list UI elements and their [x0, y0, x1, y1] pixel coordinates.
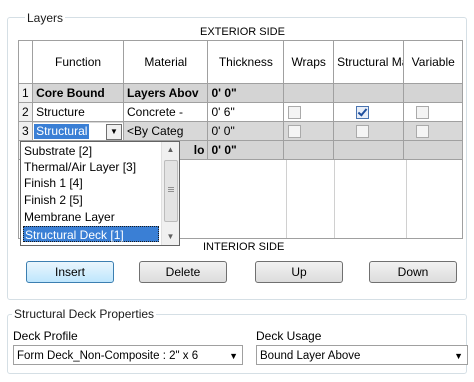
wraps-cell: [283, 121, 335, 141]
scroll-down-icon[interactable]: ▼: [162, 229, 179, 245]
column-header-thickness[interactable]: Thickness: [207, 40, 285, 84]
variable-cell: [403, 121, 463, 141]
structural-material-cell: [333, 121, 405, 141]
structural-material-cell: [333, 102, 405, 122]
material-cell[interactable]: <By Categ: [123, 121, 209, 141]
dropdown-option[interactable]: Finish 1 [4]: [23, 175, 83, 191]
deck-profile-select[interactable]: Form Deck_Non-Composite : 2" x 6 ▼: [13, 345, 243, 365]
interior-side-label: INTERIOR SIDE: [203, 241, 285, 253]
table-empty-divider: [334, 160, 335, 238]
row-number: 3: [17, 121, 34, 141]
scrollbar-thumb[interactable]: [164, 160, 178, 222]
chevron-down-icon[interactable]: ▼: [227, 346, 238, 364]
dropdown-option-selected[interactable]: Structural Deck [1]: [23, 226, 159, 242]
exterior-side-label: EXTERIOR SIDE: [200, 26, 285, 38]
scroll-up-icon[interactable]: ▲: [162, 142, 179, 158]
function-dropdown-list[interactable]: Substrate [2] Thermal/Air Layer [3] Fini…: [20, 141, 180, 246]
layers-legend: Layers: [25, 11, 66, 25]
up-button[interactable]: Up: [255, 261, 343, 283]
column-header-number: [17, 40, 34, 84]
grip-icon: [168, 187, 174, 188]
column-header-function[interactable]: Function: [32, 40, 125, 84]
table-empty-divider: [406, 160, 407, 238]
deck-usage-select[interactable]: Bound Layer Above ▼: [256, 345, 468, 365]
function-cell[interactable]: Structure: [32, 102, 125, 122]
deck-profile-value: Form Deck_Non-Composite : 2" x 6: [17, 350, 199, 362]
wraps-cell: [283, 102, 335, 122]
column-header-structural-material[interactable]: Structural Material: [333, 40, 405, 84]
column-header-wraps[interactable]: Wraps: [283, 40, 335, 84]
thickness-cell: 0' 0": [207, 140, 285, 160]
insert-button[interactable]: Insert: [26, 261, 114, 283]
column-header-material[interactable]: Material: [123, 40, 209, 84]
function-combobox-value: Structural: [34, 123, 90, 139]
table-row[interactable]: 1 Core Bound Layers Abov 0' 0": [17, 83, 463, 103]
dropdown-option[interactable]: Finish 2 [5]: [23, 192, 83, 208]
function-cell: Structural ▼: [32, 121, 125, 141]
variable-checkbox[interactable]: [416, 106, 430, 120]
structural-material-checkbox[interactable]: [356, 106, 370, 120]
thickness-cell[interactable]: 0' 0": [207, 121, 285, 141]
wraps-cell: [283, 140, 335, 160]
structural-material-cell: [333, 140, 405, 160]
variable-cell: [403, 83, 463, 103]
down-button[interactable]: Down: [369, 261, 457, 283]
structural-material-checkbox[interactable]: [356, 125, 370, 139]
wraps-checkbox[interactable]: [288, 125, 302, 139]
deck-properties-group: [7, 314, 467, 374]
thickness-cell: 0' 0": [207, 83, 285, 103]
thickness-cell[interactable]: 0' 6": [207, 102, 285, 122]
column-header-variable[interactable]: Variable: [403, 40, 463, 84]
row-number: 2: [17, 102, 34, 122]
variable-cell: [403, 140, 463, 160]
deck-usage-label: Deck Usage: [256, 329, 322, 343]
variable-cell: [403, 102, 463, 122]
deck-properties-legend: Structural Deck Properties: [12, 307, 157, 321]
structural-material-cell: [333, 83, 405, 103]
dropdown-option[interactable]: Substrate [2]: [23, 143, 92, 159]
dropdown-scrollbar[interactable]: ▲ ▼: [161, 142, 179, 245]
dropdown-option[interactable]: Membrane Layer: [23, 209, 115, 225]
variable-checkbox[interactable]: [416, 125, 430, 139]
wraps-checkbox[interactable]: [288, 106, 302, 120]
material-cell: Layers Abov: [123, 83, 209, 103]
table-row[interactable]: 2 Structure Concrete - 0' 6": [17, 102, 463, 122]
table-header-row: Function Material Thickness Wraps Struct…: [17, 40, 463, 84]
table-empty-divider: [286, 160, 287, 238]
row-number: 1: [17, 83, 34, 103]
deck-usage-value: Bound Layer Above: [260, 350, 361, 362]
deck-profile-label: Deck Profile: [13, 329, 78, 343]
chevron-down-icon[interactable]: ▼: [106, 123, 123, 140]
delete-button[interactable]: Delete: [139, 261, 227, 283]
wraps-cell: [283, 83, 335, 103]
material-cell[interactable]: Concrete -: [123, 102, 209, 122]
function-cell: Core Bound: [32, 83, 125, 103]
dropdown-option[interactable]: Thermal/Air Layer [3]: [23, 159, 136, 175]
chevron-down-icon[interactable]: ▼: [454, 346, 463, 364]
function-combobox[interactable]: Structural ▼: [33, 122, 123, 140]
table-row[interactable]: 3 Structural ▼ <By Categ 0' 0": [17, 121, 463, 141]
